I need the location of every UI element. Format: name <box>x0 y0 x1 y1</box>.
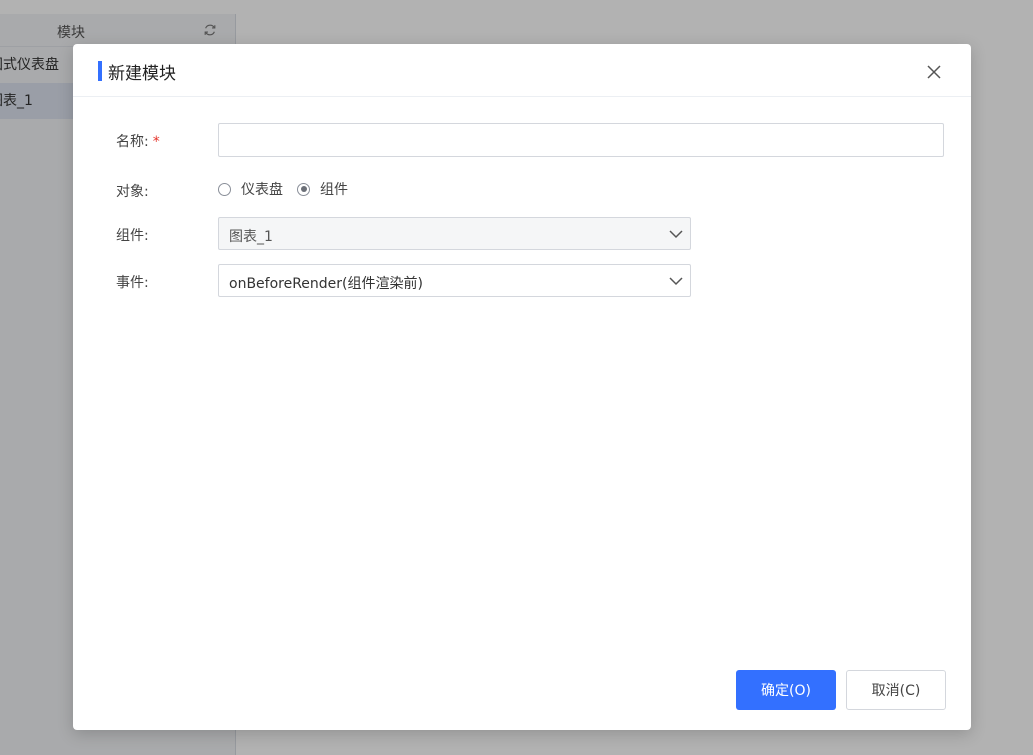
dialog-header: 新建模块 <box>73 44 971 97</box>
component-row: 组件: 图表_1 <box>73 217 971 251</box>
chevron-down-icon <box>669 277 683 286</box>
cancel-button[interactable]: 取消(C) <box>846 670 946 710</box>
name-row: 名称: * <box>73 123 971 157</box>
radio-component-label: 组件 <box>320 182 348 198</box>
required-mark: * <box>152 134 160 150</box>
dialog-title: 新建模块 <box>108 64 176 84</box>
radio-component-circle[interactable] <box>297 182 310 196</box>
name-input[interactable] <box>218 123 944 157</box>
name-label-text: 名称: <box>116 134 149 150</box>
component-select[interactable]: 图表_1 <box>218 217 691 250</box>
chevron-down-icon <box>669 230 683 239</box>
name-label: 名称: * <box>116 131 160 151</box>
new-module-dialog: 新建模块 名称: * 对象: 仪表盘 组件 组件: 图表_1 事件: onBef… <box>73 44 971 730</box>
radio-dashboard-circle[interactable] <box>218 182 231 196</box>
target-label: 对象: <box>116 184 149 200</box>
event-select[interactable]: onBeforeRender(组件渲染前) <box>218 264 691 297</box>
radio-dashboard-label: 仪表盘 <box>241 182 283 198</box>
component-label: 组件: <box>116 228 149 244</box>
radio-component[interactable]: 组件 <box>297 179 348 199</box>
close-icon[interactable] <box>926 64 942 80</box>
title-accent-bar <box>98 61 102 81</box>
confirm-button[interactable]: 确定(O) <box>736 670 836 710</box>
event-label: 事件: <box>116 275 149 291</box>
event-select-value: onBeforeRender(组件渲染前) <box>229 276 423 292</box>
component-select-value: 图表_1 <box>229 229 273 245</box>
target-row: 对象: 仪表盘 组件 <box>73 173 971 207</box>
event-row: 事件: onBeforeRender(组件渲染前) <box>73 264 971 298</box>
radio-dashboard[interactable]: 仪表盘 <box>218 179 283 199</box>
target-radio-group: 仪表盘 组件 <box>218 179 362 199</box>
